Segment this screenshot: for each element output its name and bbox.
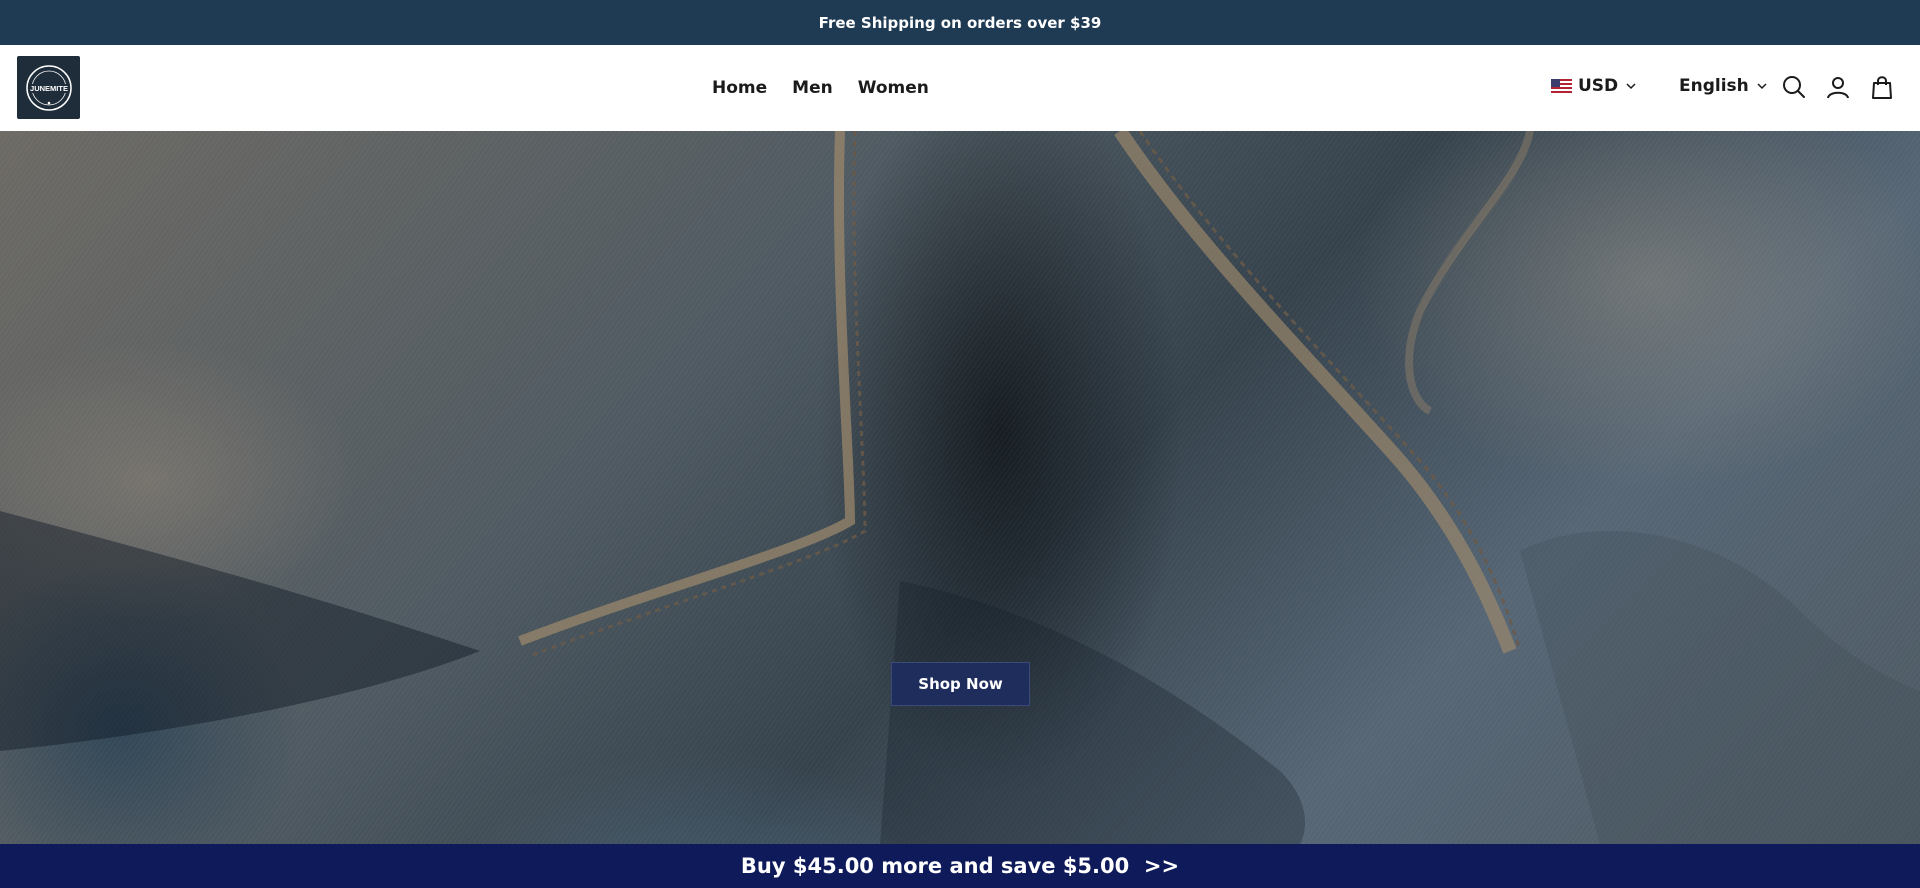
cart-button[interactable] <box>1869 74 1895 100</box>
cart-icon <box>1872 76 1892 99</box>
svg-text:JUNEMITE: JUNEMITE <box>30 84 68 93</box>
brand-logo[interactable]: JUNEMITE <box>17 56 80 119</box>
us-flag-icon <box>1551 79 1572 93</box>
account-button[interactable] <box>1825 74 1851 100</box>
shop-now-button[interactable]: Shop Now <box>891 662 1030 706</box>
nav-item-women[interactable]: Women <box>858 78 929 98</box>
hero-banner: Shop Now <box>0 131 1920 844</box>
currency-label: USD <box>1578 76 1619 96</box>
account-icon <box>1827 77 1849 99</box>
nav-item-home[interactable]: Home <box>712 78 767 98</box>
chevron-down-icon <box>1626 83 1636 90</box>
search-button[interactable] <box>1781 74 1807 100</box>
search-icon <box>1783 76 1805 98</box>
promo-text: Buy $45.00 more and save $5.00 >> <box>740 854 1180 878</box>
chevron-down-icon <box>1757 83 1767 90</box>
nav-item-men[interactable]: Men <box>792 78 833 98</box>
announcement-text: Free Shipping on orders over $39 <box>818 13 1102 32</box>
language-selector[interactable]: English <box>1679 76 1769 96</box>
denim-fabric-image <box>0 131 1920 844</box>
main-nav: Home Men Women <box>712 78 929 98</box>
language-label: English <box>1679 76 1749 96</box>
site-header: JUNEMITE Home Men Women USD English <box>0 45 1920 131</box>
logo-badge-icon: JUNEMITE <box>25 64 72 111</box>
announcement-bar: Free Shipping on orders over $39 <box>0 0 1920 45</box>
promo-bar[interactable]: Buy $45.00 more and save $5.00 >> <box>0 844 1920 888</box>
currency-selector[interactable]: USD <box>1551 76 1638 96</box>
